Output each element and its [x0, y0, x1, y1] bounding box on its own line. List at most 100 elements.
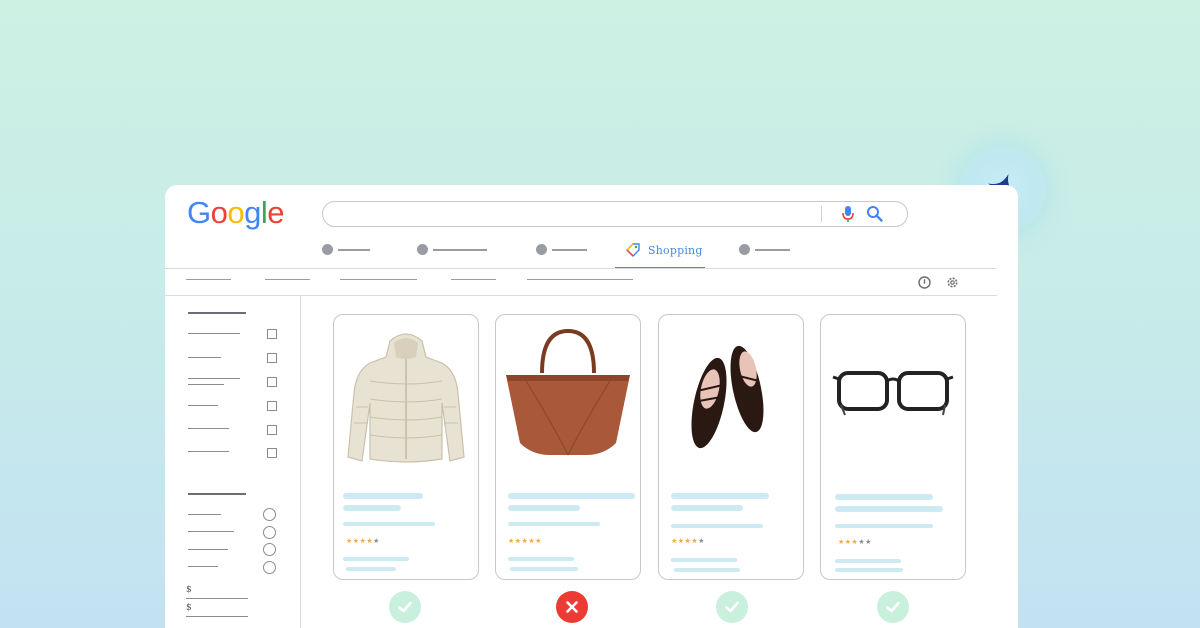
- browser-window: Google Shopping $ $ ★★★★★ ★★★★★ ★★★★★ ★★…: [165, 185, 1018, 628]
- rejected-status: [556, 591, 588, 623]
- product-detail-placeholder: [508, 522, 600, 526]
- product-title-placeholder: [508, 493, 635, 499]
- product-title-placeholder: [343, 505, 401, 511]
- product-store-placeholder: [510, 567, 578, 571]
- product-store-placeholder: [674, 568, 740, 572]
- filter-chip[interactable]: [451, 279, 496, 280]
- filter-option-label: [188, 384, 224, 385]
- star-rating: ★★★★★: [346, 537, 380, 545]
- search-input[interactable]: [322, 201, 908, 227]
- tab-label-placeholder: [338, 249, 370, 251]
- tab-label-placeholder: [433, 249, 487, 251]
- puffer-jacket-image: [347, 333, 465, 463]
- filter-option-label: [188, 333, 240, 334]
- tab-all[interactable]: [322, 243, 372, 257]
- sidebar-section-heading: [188, 493, 246, 495]
- tab-shopping[interactable]: Shopping: [615, 239, 705, 269]
- filter-checkbox[interactable]: [267, 329, 277, 339]
- product-card[interactable]: ★★★★★: [658, 314, 804, 580]
- filter-option-label: [188, 378, 240, 379]
- page: { "brand": { "logo_letters": [ {"char": …: [0, 0, 1200, 628]
- mic-icon[interactable]: [841, 205, 855, 223]
- filter-radio[interactable]: [263, 561, 276, 574]
- help-icon[interactable]: [918, 276, 931, 289]
- product-title-placeholder: [343, 493, 423, 499]
- product-title-placeholder: [508, 505, 580, 511]
- check-icon: [725, 601, 739, 613]
- filter-chip[interactable]: [527, 279, 633, 280]
- search-icon[interactable]: [866, 205, 884, 223]
- filter-checkbox[interactable]: [267, 425, 277, 435]
- star-rating: ★★★★★: [838, 538, 872, 546]
- filter-checkbox[interactable]: [267, 353, 277, 363]
- approved-status: [716, 591, 748, 623]
- product-card[interactable]: ★★★★★: [820, 314, 966, 580]
- product-detail-placeholder: [835, 524, 933, 528]
- filter-checkbox[interactable]: [267, 401, 277, 411]
- filter-radio[interactable]: [263, 508, 276, 521]
- product-detail-placeholder: [671, 524, 763, 528]
- check-icon: [886, 601, 900, 613]
- product-price-placeholder: [343, 557, 409, 561]
- tab-icon: [417, 244, 428, 255]
- search-divider: [821, 206, 822, 222]
- filter-option-label: [188, 566, 218, 567]
- logo-letter: e: [267, 195, 285, 230]
- product-store-placeholder: [835, 568, 903, 572]
- product-card[interactable]: ★★★★★: [333, 314, 479, 580]
- filter-chip[interactable]: [186, 279, 231, 280]
- approved-status: [877, 591, 909, 623]
- sidebar-divider: [300, 296, 301, 628]
- close-icon: [566, 601, 578, 613]
- filter-option-label: [188, 405, 218, 406]
- price-min-symbol: $: [186, 585, 192, 595]
- filter-radio[interactable]: [263, 526, 276, 539]
- filter-option-label: [188, 428, 229, 429]
- product-card[interactable]: ★★★★★: [495, 314, 641, 580]
- price-max-input[interactable]: [186, 616, 248, 617]
- eyeglasses-image: [832, 371, 954, 416]
- tab-images[interactable]: [417, 243, 489, 257]
- filter-radio[interactable]: [263, 543, 276, 556]
- tab-label-placeholder: [755, 249, 790, 251]
- logo-letter: g: [244, 195, 261, 230]
- logo-letter: G: [187, 195, 211, 230]
- product-title-placeholder: [671, 493, 769, 499]
- product-price-placeholder: [508, 557, 574, 561]
- toolbar-divider: [165, 295, 997, 296]
- product-store-placeholder: [346, 567, 396, 571]
- tab-icon: [536, 244, 547, 255]
- product-title-placeholder: [835, 494, 933, 500]
- logo-letter: o: [210, 195, 228, 230]
- approved-status: [389, 591, 421, 623]
- gear-icon[interactable]: [946, 276, 959, 289]
- filter-chip[interactable]: [340, 279, 417, 280]
- price-tag-icon: [626, 243, 640, 257]
- price-min-input[interactable]: [186, 598, 248, 599]
- tab-more[interactable]: [739, 243, 791, 257]
- filter-checkbox[interactable]: [267, 377, 277, 387]
- product-title-placeholder: [835, 506, 943, 512]
- product-detail-placeholder: [343, 522, 435, 526]
- tabs-divider: [165, 268, 997, 269]
- product-price-placeholder: [835, 559, 901, 563]
- tab-videos[interactable]: [536, 243, 588, 257]
- sidebar-section-heading: [188, 312, 246, 314]
- filter-chip[interactable]: [265, 279, 310, 280]
- logo-letter: o: [227, 195, 245, 230]
- tab-label-placeholder: [552, 249, 587, 251]
- filter-option-label: [188, 514, 221, 515]
- brown-tote-bag-image: [506, 328, 630, 456]
- black-ballet-flats-image: [691, 345, 764, 449]
- tab-icon: [739, 244, 750, 255]
- filter-option-label: [188, 549, 228, 550]
- filter-checkbox[interactable]: [267, 448, 277, 458]
- filter-option-label: [188, 357, 221, 358]
- star-rating: ★★★★★: [508, 537, 542, 545]
- filter-option-label: [188, 531, 234, 532]
- filter-option-label: [188, 451, 229, 452]
- google-logo[interactable]: Google: [187, 195, 285, 231]
- star-rating: ★★★★★: [671, 537, 705, 545]
- product-price-placeholder: [671, 558, 737, 562]
- check-icon: [398, 601, 412, 613]
